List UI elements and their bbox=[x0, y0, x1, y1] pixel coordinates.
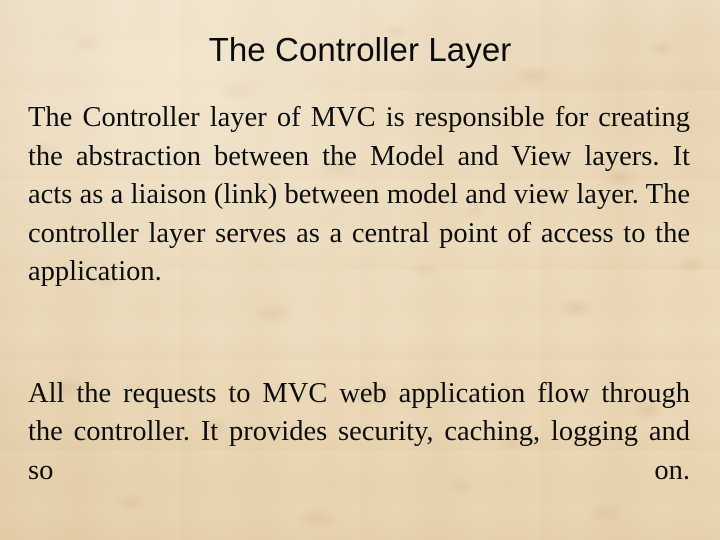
body-paragraph-2: All the requests to MVC web application … bbox=[28, 377, 690, 486]
slide-content: The Controller Layer The Controller laye… bbox=[0, 0, 720, 540]
page-title: The Controller Layer bbox=[208, 31, 512, 68]
body-paragraph-1: The Controller layer of MVC is responsib… bbox=[28, 102, 690, 288]
presentation-slide: The Controller Layer The Controller laye… bbox=[0, 0, 720, 540]
slide-body: The Controller layer of MVC is responsib… bbox=[28, 99, 690, 529]
